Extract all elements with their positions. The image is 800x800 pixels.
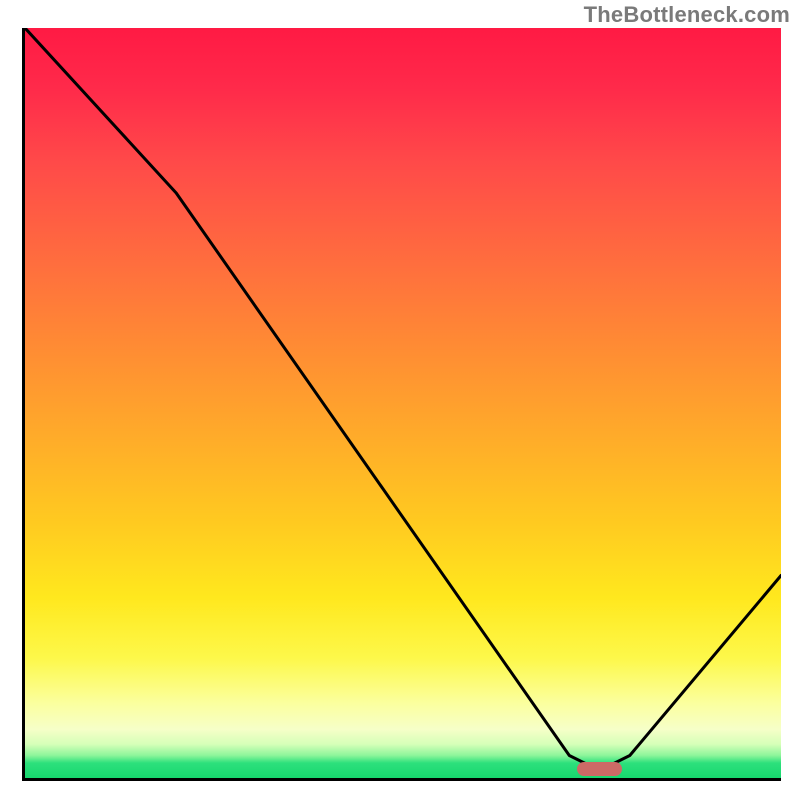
plot-area — [22, 28, 781, 781]
attribution-text: TheBottleneck.com — [584, 2, 790, 28]
chart-frame: TheBottleneck.com — [0, 0, 800, 800]
bottleneck-curve — [25, 28, 781, 778]
optimal-marker — [577, 762, 622, 776]
